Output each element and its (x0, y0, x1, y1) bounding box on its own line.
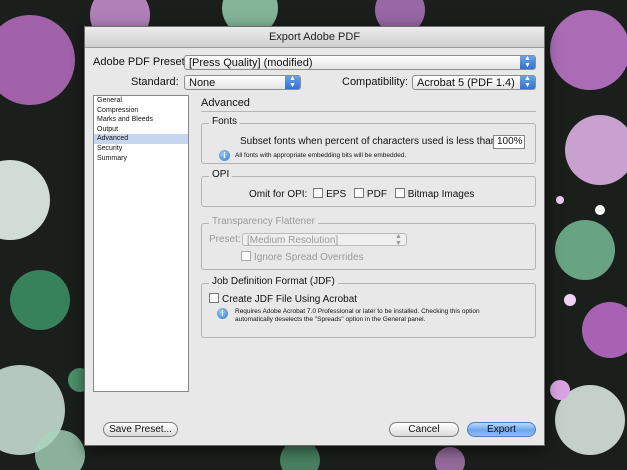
checkbox-box (353, 188, 364, 198)
dropdown-arrows-icon: ▲ ▼ (520, 76, 535, 89)
sidebar-item-general[interactable]: General (94, 96, 188, 106)
pdf-checkbox[interactable]: PDF (353, 188, 387, 200)
standard-value: None (189, 77, 216, 89)
eps-label: EPS (326, 189, 347, 200)
fonts-group: Fonts Subset fonts when percent of chara… (201, 116, 536, 164)
transparency-flattener-group: Transparency Flattener Preset: [Medium R… (201, 216, 536, 270)
checkbox-box (241, 251, 251, 261)
flattener-preset-label: Preset: (209, 234, 241, 245)
pdf-label: PDF (366, 189, 387, 200)
sidebar-item-security[interactable]: Security (94, 144, 188, 154)
standard-label: Standard: (131, 76, 179, 88)
category-list: General Compression Marks and Bleeds Out… (93, 95, 189, 392)
dropdown-arrows-icon: ▲ ▼ (520, 56, 535, 69)
checkbox-box (313, 188, 324, 198)
jdf-group-title: Job Definition Format (JDF) (209, 276, 338, 287)
flattener-preset-value: [Medium Resolution] (247, 235, 339, 246)
bitmap-images-checkbox[interactable]: Bitmap Images (394, 188, 475, 200)
opi-group: OPI Omit for OPI: EPS PDF Bitmap Images (201, 169, 536, 207)
preset-value: [Press Quality] (modified) (189, 57, 313, 69)
create-jdf-checkbox[interactable]: Create JDF File Using Acrobat (209, 293, 357, 305)
sidebar-item-summary[interactable]: Summary (94, 154, 188, 164)
export-button[interactable]: Export (467, 422, 536, 437)
ignore-spread-overrides-label: Ignore Spread Overrides (254, 252, 364, 263)
compatibility-dropdown[interactable]: Acrobat 5 (PDF 1.4) ▲ ▼ (412, 75, 536, 90)
panel-divider (201, 111, 536, 112)
compatibility-value: Acrobat 5 (PDF 1.4) (417, 77, 515, 89)
ignore-spread-overrides-checkbox[interactable]: Ignore Spread Overrides (241, 251, 364, 263)
omit-for-opi-label: Omit for OPI: (249, 189, 308, 200)
flattener-preset-dropdown[interactable]: [Medium Resolution] ▲ ▼ (242, 233, 407, 246)
opi-options-row: Omit for OPI: EPS PDF Bitmap Images (249, 188, 474, 200)
subset-percent-input[interactable]: 100% (493, 135, 525, 149)
preset-label: Adobe PDF Preset: (93, 56, 188, 68)
compatibility-label: Compatibility: (342, 76, 409, 88)
dropdown-arrows-icon: ▲ ▼ (285, 76, 300, 89)
info-icon: i (219, 150, 230, 161)
sidebar-item-compression[interactable]: Compression (94, 106, 188, 116)
checkbox-box (394, 188, 405, 198)
sidebar-item-advanced[interactable]: Advanced (94, 134, 188, 144)
fonts-group-title: Fonts (209, 116, 241, 127)
panel-title: Advanced (201, 97, 250, 109)
preset-dropdown[interactable]: [Press Quality] (modified) ▲ ▼ (184, 55, 536, 70)
checkbox-box (209, 293, 219, 303)
subset-fonts-label: Subset fonts when percent of characters … (240, 136, 500, 147)
save-preset-button[interactable]: Save Preset... (103, 422, 178, 437)
sidebar-item-output[interactable]: Output (94, 125, 188, 135)
opi-group-title: OPI (209, 169, 233, 180)
dropdown-arrows-icon: ▲ ▼ (395, 233, 402, 246)
jdf-note-line-2: automatically deselects the "Spreads" op… (235, 316, 426, 323)
standard-dropdown[interactable]: None ▲ ▼ (184, 75, 301, 90)
jdf-note-line-1: Requires Adobe Acrobat 7.0 Professional … (235, 308, 480, 315)
sidebar-item-marks-and-bleeds[interactable]: Marks and Bleeds (94, 115, 188, 125)
transparency-group-title: Transparency Flattener (209, 216, 319, 227)
export-pdf-dialog: Export Adobe PDF Adobe PDF Preset: [Pres… (84, 26, 545, 446)
eps-checkbox[interactable]: EPS (313, 188, 347, 200)
create-jdf-label: Create JDF File Using Acrobat (222, 294, 358, 305)
cancel-button[interactable]: Cancel (389, 422, 459, 437)
bitmap-images-label: Bitmap Images (407, 189, 475, 200)
fonts-note: All fonts with appropriate embedding bit… (235, 152, 407, 159)
info-icon: i (217, 308, 228, 319)
jdf-group: Job Definition Format (JDF) Create JDF F… (201, 276, 536, 338)
dialog-title: Export Adobe PDF (85, 27, 544, 48)
